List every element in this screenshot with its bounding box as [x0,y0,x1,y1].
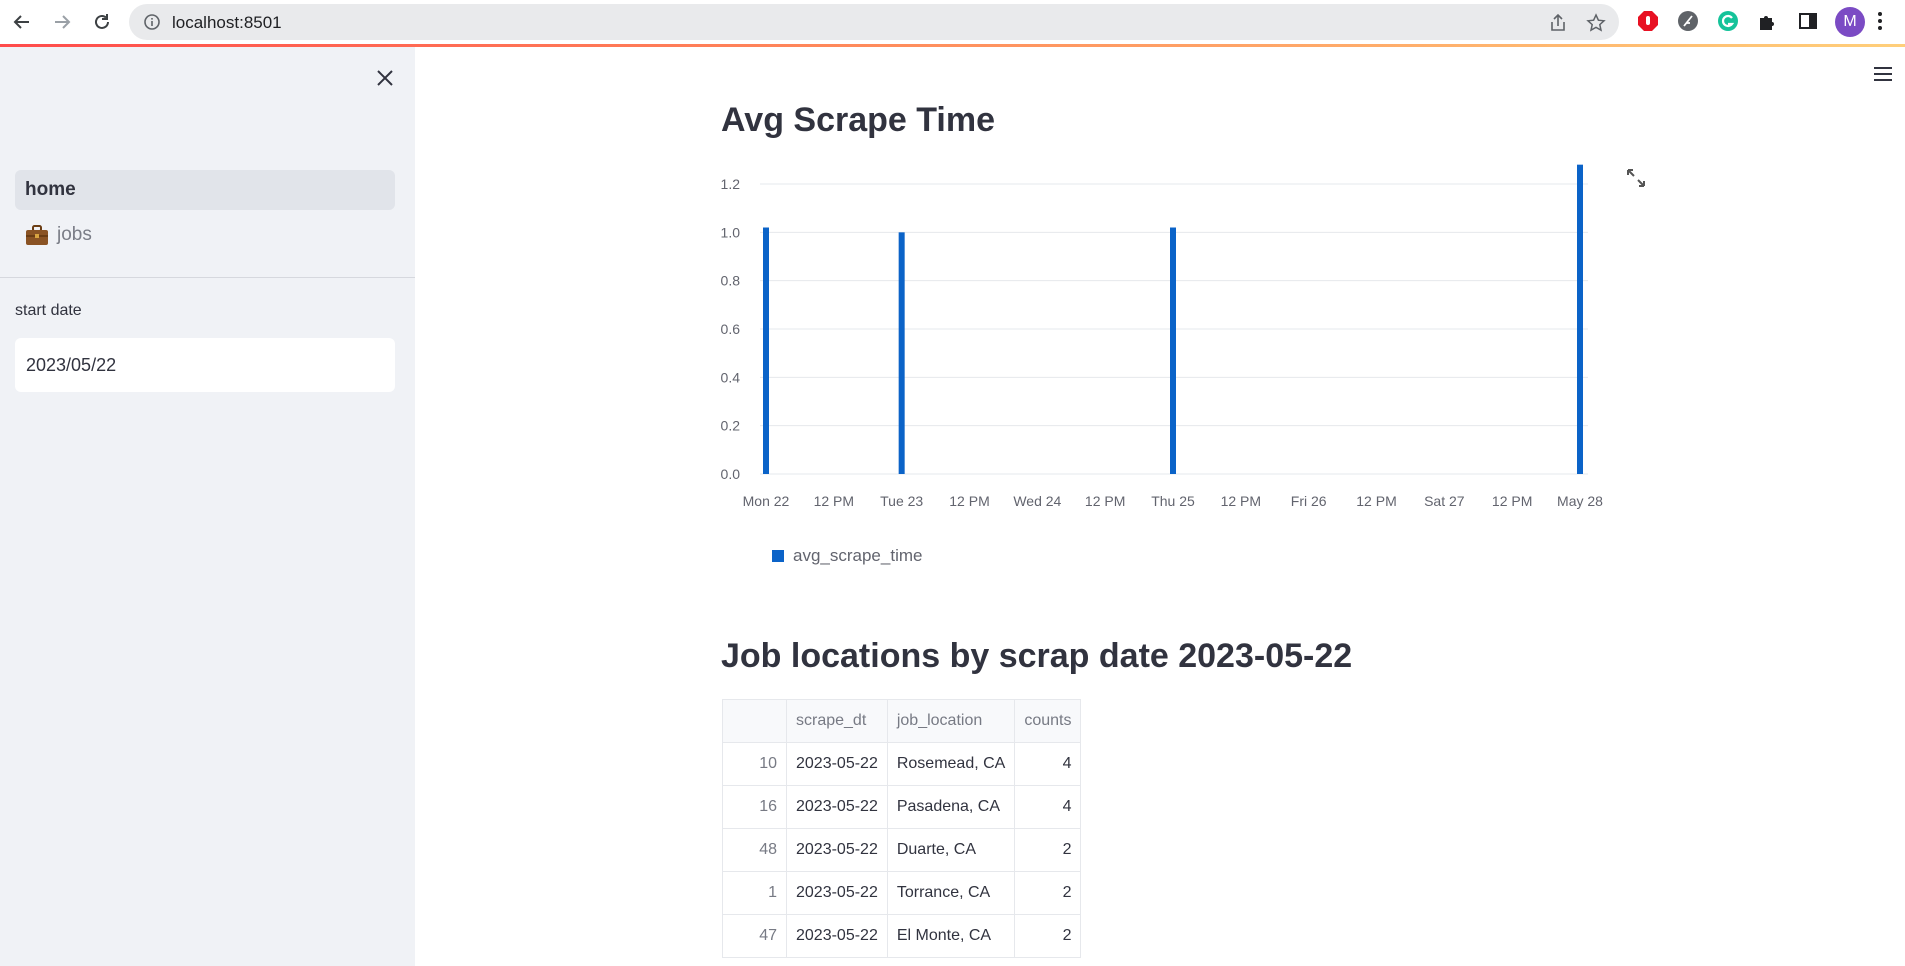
profile-avatar[interactable]: M [1835,7,1865,37]
close-sidebar-button[interactable] [372,65,398,91]
sidebar-item-home[interactable]: home [15,170,395,210]
row-index: 48 [722,828,787,872]
back-button[interactable] [8,8,36,36]
cell-job-location: Rosemead, CA [886,742,1016,786]
x-tick-label: 12 PM [814,493,854,509]
url-text: localhost:8501 [172,13,282,32]
cell-job-location: El Monte, CA [886,914,1016,958]
x-tick-label: Sat 27 [1424,493,1465,509]
start-date-label: start date [15,302,82,319]
site-info-icon[interactable] [143,13,161,36]
x-tick-label: 12 PM [949,493,989,509]
start-date-input[interactable]: 2023/05/22 [15,338,395,392]
bar [898,232,905,474]
y-tick-label: 0.6 [721,321,741,337]
feather-extension-icon[interactable] [1676,9,1700,33]
cell-scrape-dt: 2023-05-22 [786,871,888,915]
cell-counts: 2 [1014,828,1082,872]
x-tick-label: 12 PM [1356,493,1396,509]
share-icon[interactable] [1547,12,1569,34]
fullscreen-button[interactable] [1626,168,1648,190]
cell-job-location: Torrance, CA [886,871,1016,915]
chart-legend: avg_scrape_time [772,546,922,566]
app-menu-button[interactable] [1873,66,1895,88]
browser-menu-icon[interactable] [1868,9,1892,33]
cell-scrape-dt: 2023-05-22 [786,914,888,958]
y-tick-label: 1.2 [721,176,741,192]
table-row: 10 2023-05-22 Rosemead, CA 4 [722,742,1082,786]
side-panel-icon[interactable] [1796,9,1820,33]
table-row: 1 2023-05-22 Torrance, CA 2 [722,871,1082,915]
y-tick-label: 0.4 [721,369,741,385]
address-bar[interactable]: localhost:8501 [129,4,1619,40]
column-header-scrape-dt[interactable]: scrape_dt [786,699,888,743]
reload-button[interactable] [88,8,116,36]
table-row: 16 2023-05-22 Pasadena, CA 4 [722,785,1082,829]
sidebar-item-label: home [25,179,76,200]
table-row: 48 2023-05-22 Duarte, CA 2 [722,828,1082,872]
cell-scrape-dt: 2023-05-22 [786,828,888,872]
sidebar-item-label: jobs [57,224,92,245]
back-arrow-icon [13,15,29,29]
row-index: 10 [722,742,787,786]
bar [1170,227,1176,474]
bar [1577,164,1583,474]
expand-icon [1627,169,1645,187]
chart-heading: Avg Scrape Time [721,101,996,139]
cell-job-location: Duarte, CA [886,828,1016,872]
adblock-extension-icon[interactable] [1636,9,1660,33]
sidebar-divider [0,277,415,278]
start-date-value: 2023/05/22 [26,354,117,375]
row-index: 1 [722,871,787,915]
y-tick-label: 0.0 [721,466,741,482]
sidebar: home jobs start date 2023/05/22 [0,47,415,966]
legend-swatch [772,550,784,562]
y-tick-label: 0.8 [721,273,741,289]
column-header-counts[interactable]: counts [1014,699,1082,743]
reload-icon [95,14,109,29]
close-icon [377,70,393,86]
cell-job-location: Pasadena, CA [886,785,1016,829]
job-locations-table: scrape_dt job_location counts 10 2023-05… [722,699,1082,958]
x-tick-label: Wed 24 [1013,493,1061,509]
x-tick-label: Thu 25 [1151,493,1195,509]
forward-arrow-icon [55,15,71,29]
forward-button[interactable] [48,8,76,36]
x-tick-label: Fri 26 [1291,493,1327,509]
x-tick-label: Mon 22 [743,493,790,509]
browser-toolbar: localhost:8501 M [0,0,1905,44]
column-header-index[interactable] [722,699,787,743]
x-tick-label: May 28 [1557,493,1603,509]
x-tick-label: Tue 23 [880,493,923,509]
cell-scrape-dt: 2023-05-22 [786,785,888,829]
briefcase-icon [25,224,49,246]
cell-counts: 2 [1014,871,1082,915]
row-index: 47 [722,914,787,958]
legend-label: avg_scrape_time [793,546,923,565]
x-tick-label: 12 PM [1221,493,1261,509]
bookmark-star-icon[interactable] [1585,12,1607,34]
row-index: 16 [722,785,787,829]
hamburger-icon [1874,67,1892,81]
cell-counts: 4 [1014,742,1082,786]
sidebar-item-jobs[interactable]: jobs [15,215,395,255]
bar [763,227,769,474]
table-row: 47 2023-05-22 El Monte, CA 2 [722,914,1082,958]
y-tick-label: 1.0 [721,224,741,240]
extensions-puzzle-icon[interactable] [1756,9,1780,33]
avg-scrape-time-chart: 0.0 0.2 0.4 0.6 0.8 1.0 1.2 Mon 22 12 PM Tue 23 12… [700,150,1650,580]
table-heading: Job locations by scrap date 2023-05-22 [721,637,1353,675]
column-header-job-location[interactable]: job_location [886,699,1016,743]
y-tick-label: 0.2 [721,418,741,434]
x-tick-label: 12 PM [1492,493,1532,509]
grammarly-extension-icon[interactable] [1716,9,1740,33]
cell-counts: 4 [1014,785,1082,829]
cell-scrape-dt: 2023-05-22 [786,742,888,786]
table-header-row: scrape_dt job_location counts [722,699,1082,743]
x-tick-label: 12 PM [1085,493,1125,509]
chart-svg: 0.0 0.2 0.4 0.6 0.8 1.0 1.2 Mon 22 12 PM Tue 23 12… [721,164,1603,509]
cell-counts: 2 [1014,914,1082,958]
